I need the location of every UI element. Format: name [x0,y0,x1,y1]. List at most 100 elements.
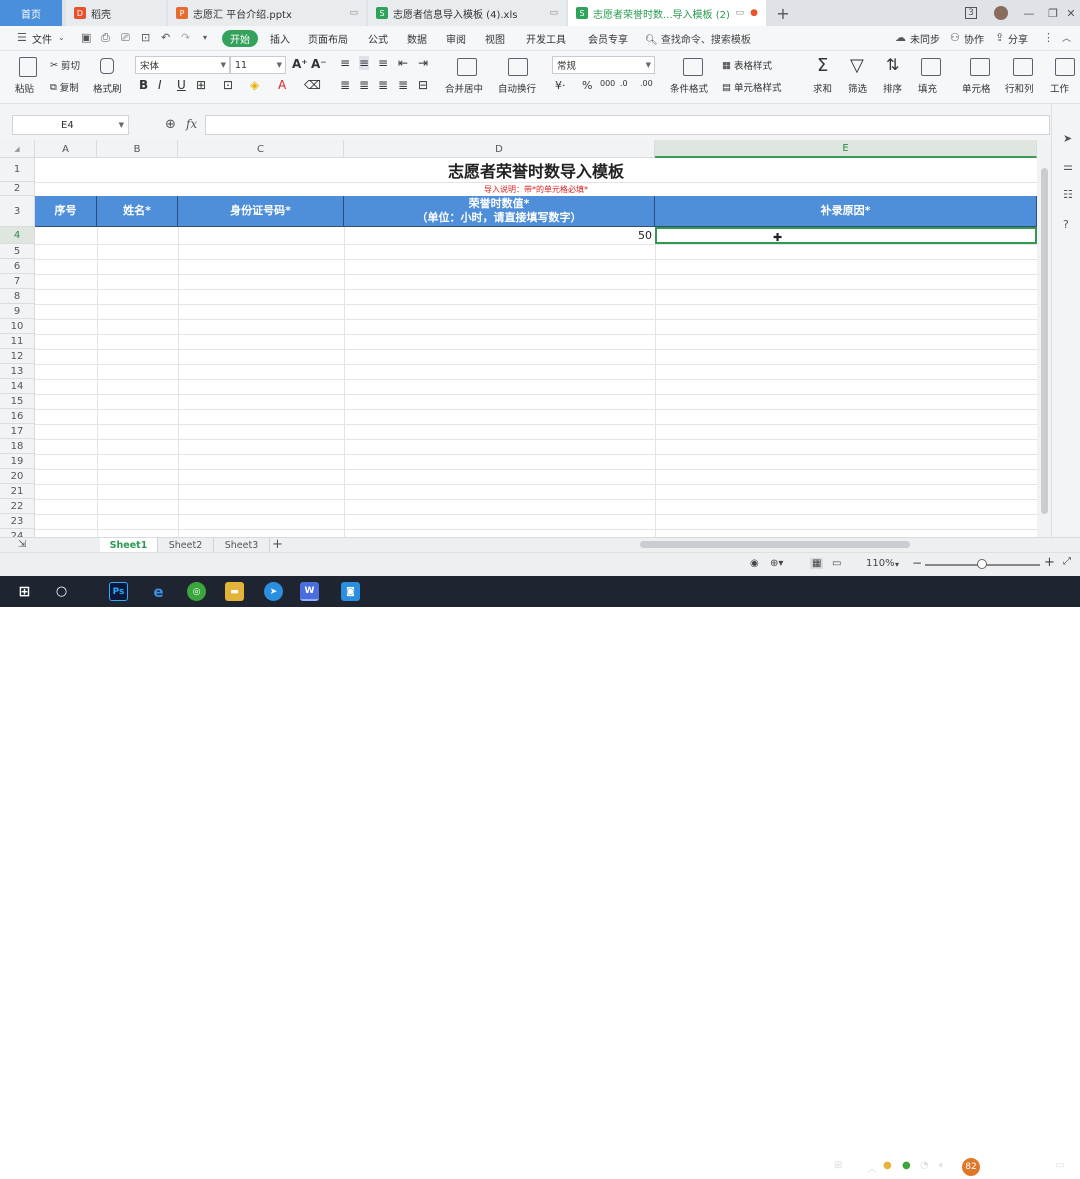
file-explorer-icon[interactable]: ▬ [225,582,244,601]
save-icon[interactable]: ▣ [81,31,91,44]
eye-protection-icon[interactable]: ◉ [750,558,759,569]
row-header-16[interactable]: 16 [0,409,35,424]
collaborate-icon[interactable]: ⚇ [950,31,960,44]
new-tab-button[interactable]: + [772,0,794,26]
collaborate-button[interactable]: 协作 [964,31,984,46]
add-sheet-button[interactable]: + [272,537,283,552]
collapse-ribbon-icon[interactable]: ︿ [1062,31,1071,44]
redo-icon[interactable]: ↷ [181,31,190,44]
fill-color-icon[interactable]: ◈ [250,78,259,92]
clock-time[interactable]: 10:13 [1001,1155,1027,1165]
rows-cols-button[interactable]: 行和列 [1005,81,1034,95]
menu-developer[interactable]: 开发工具 [526,31,566,46]
row-header-15[interactable]: 15 [0,394,35,409]
rows-cols-icon[interactable] [1013,58,1033,76]
row-header-9[interactable]: 9 [0,304,35,319]
sheet-tab-1[interactable]: Sheet1 [100,538,158,553]
hamburger-icon[interactable]: ☰ [17,31,27,44]
feishu-icon[interactable]: ➤ [264,582,283,601]
fill-button[interactable]: 填充 [918,81,937,95]
align-center-icon[interactable]: ≣ [359,78,369,92]
indent-increase-icon[interactable]: ⇥ [418,56,428,70]
currency-icon[interactable]: ¥· [555,79,566,92]
font-shrink-icon[interactable]: A⁻ [311,57,327,71]
tab-xls-file-active[interactable]: S 志愿者荣誉时数...导入模板 (2) ▭ ● [568,0,766,26]
menu-file[interactable]: 文件 [32,31,52,46]
spreadsheet-grid[interactable]: ◢ A B C D E 1 2 3 4 5 6 7 8 9 10 11 12 1… [0,140,1037,537]
volume-icon[interactable]: 🔈︎ [939,1160,945,1171]
photoshop-icon[interactable]: Ps [109,582,128,601]
menu-start[interactable]: 开始 [222,30,258,47]
row-header-10[interactable]: 10 [0,319,35,334]
underline-icon[interactable]: U [177,78,186,92]
tray-expand-icon[interactable]: ︿ [867,1160,877,1175]
row-header-12[interactable]: 12 [0,349,35,364]
wrap-text-button[interactable]: 自动换行 [498,81,536,95]
cortana-icon[interactable]: ○ [52,582,71,601]
worksheet-icon[interactable] [1055,58,1075,76]
tab-home[interactable]: 首页 [0,0,62,26]
column-header-a[interactable]: A [35,140,97,158]
row-header-20[interactable]: 20 [0,469,35,484]
tab-xls-file-1[interactable]: S 志愿者信息导入模板 (4).xls ▭ [368,0,566,26]
distributed-icon[interactable]: ⊟ [418,78,428,92]
print-icon[interactable]: ⎚ [121,31,130,45]
properties-icon[interactable]: ☷ [1063,188,1073,201]
cloud-sync-icon[interactable]: ☁ [895,31,906,44]
thousands-icon[interactable]: 000 [600,79,615,88]
row-header-24[interactable]: 24 [0,529,35,537]
user-avatar[interactable] [988,0,1014,26]
clear-format-icon[interactable]: ⌫ [304,78,321,92]
zoom-level[interactable]: 110% [866,558,895,569]
header-cell-honor-hours[interactable]: 荣誉时数值* （单位：小时，请直接填写数字） [344,196,655,227]
row-header-2[interactable]: 2 [0,182,35,196]
column-header-e[interactable]: E [655,140,1037,158]
normal-view-icon[interactable]: ▦ [810,558,824,569]
zoom-slider-handle[interactable] [977,559,987,569]
name-box[interactable]: E4 ▼ [12,115,129,135]
row-header-22[interactable]: 22 [0,499,35,514]
font-color-icon[interactable]: A [278,78,286,92]
fx-icon[interactable]: fx [186,117,197,131]
horizontal-scroll-thumb[interactable] [640,541,910,548]
filter-icon[interactable]: ▽ [850,55,864,76]
percent-icon[interactable]: % [582,79,592,92]
fill-icon[interactable] [921,58,941,76]
row-header-4[interactable]: 4 [0,227,35,244]
help-icon[interactable]: ? [1063,218,1069,231]
brush-icon[interactable] [100,58,114,74]
row-header-1[interactable]: 1 [0,158,35,182]
font-name-select[interactable]: 宋体 ▼ [135,56,230,74]
filter-button[interactable]: 筛选 [848,81,867,95]
formula-input[interactable] [205,115,1050,135]
row-header-11[interactable]: 11 [0,334,35,349]
border-icon[interactable]: ⊞ [196,78,206,92]
format-painter-button[interactable]: 格式刷 [93,81,122,95]
import-note-cell[interactable]: 导入说明：带*的单元格必填* [35,182,1037,196]
menu-insert[interactable]: 插入 [270,31,290,46]
copy-button[interactable]: ⧉ 复制 [50,80,79,95]
align-bottom-icon[interactable]: ≡ [378,56,388,70]
zoom-search-icon[interactable]: ⊕ [165,117,176,132]
sort-button[interactable]: 排序 [883,81,902,95]
fullscreen-icon[interactable]: ⤢ [1063,556,1071,567]
row-header-23[interactable]: 23 [0,514,35,529]
paste-icon[interactable] [19,57,37,77]
page-layout-view-icon[interactable]: ▭ [832,558,841,569]
command-search[interactable]: 🔍︎ 查找命令、搜索模板 [645,31,751,46]
row-header-19[interactable]: 19 [0,454,35,469]
worksheet-button[interactable]: 工作 [1050,81,1069,95]
sheet-tab-3[interactable]: Sheet3 [214,538,270,553]
notification-icon[interactable]: ▭ [1055,1160,1064,1171]
cut-button[interactable]: ✂ 剪切 [50,58,80,73]
decrease-decimal-icon[interactable]: .00 [640,79,653,88]
sort-icon[interactable]: ⇅ [886,55,899,74]
row-header-14[interactable]: 14 [0,379,35,394]
row-header-7[interactable]: 7 [0,274,35,289]
bold-icon[interactable]: B [139,78,148,92]
font-size-select[interactable]: 11 ▼ [230,56,286,74]
tray-badge[interactable]: 82 [962,1158,980,1176]
indent-decrease-icon[interactable]: ⇤ [398,56,408,70]
align-middle-icon[interactable]: ≡ [359,56,370,70]
sheet-nav-icon[interactable]: ⇲ [18,539,26,550]
